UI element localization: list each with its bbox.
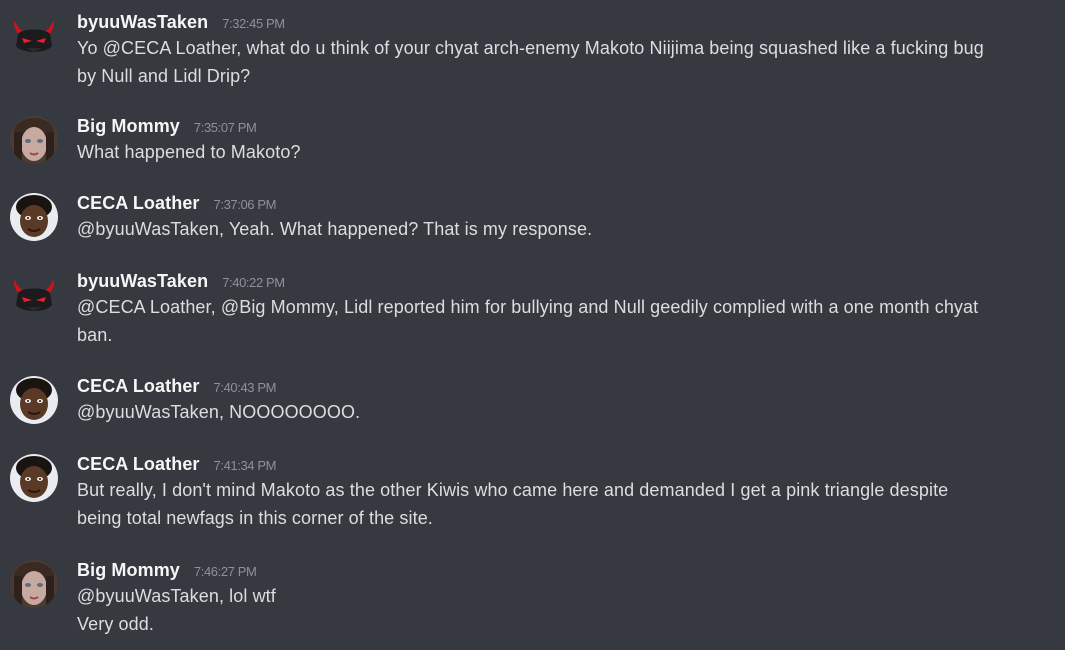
timestamp: 7:46:27 PM	[193, 564, 257, 579]
devil-avatar[interactable]	[10, 271, 58, 319]
message-content: What happened to Makoto?	[77, 138, 1057, 166]
message-line: ban.	[77, 325, 113, 345]
message-line: @byuuWasTaken, Yeah. What happened? That…	[77, 219, 593, 239]
message-header: CECA Loather 7:41:34 PM	[77, 454, 276, 478]
timestamp: 7:35:07 PM	[193, 120, 257, 135]
message-line: But really, I don't mind Makoto as the o…	[77, 480, 949, 500]
message-content: Yo @CECA Loather, what do u think of you…	[77, 34, 1057, 90]
message-header: Big Mommy 7:46:27 PM	[77, 560, 257, 584]
timestamp: 7:41:34 PM	[213, 458, 277, 473]
message-line: @CECA Loather, @Big Mommy, Lidl reported…	[77, 297, 979, 317]
face-avatar-pale[interactable]	[10, 116, 58, 164]
message-content: @byuuWasTaken, lol wtf Very odd.	[77, 582, 1057, 638]
message-content: @CECA Loather, @Big Mommy, Lidl reported…	[77, 293, 1057, 349]
timestamp: 7:37:06 PM	[213, 197, 277, 212]
chat-log: byuuWasTaken 7:32:45 PM Yo @CECA Loather,…	[0, 0, 1065, 650]
message-content: @byuuWasTaken, NOOOOOOOO.	[77, 398, 1057, 426]
message-header: byuuWasTaken 7:40:22 PM	[77, 271, 285, 295]
devil-avatar[interactable]	[10, 12, 58, 60]
timestamp: 7:32:45 PM	[222, 16, 285, 31]
timestamp: 7:40:22 PM	[222, 275, 285, 290]
message-line: Very odd.	[77, 614, 154, 634]
face-avatar-dark[interactable]	[10, 454, 58, 502]
message-header: byuuWasTaken 7:32:45 PM	[77, 12, 285, 36]
face-avatar-dark[interactable]	[10, 193, 58, 241]
author-name[interactable]: Big Mommy	[77, 116, 180, 136]
message-line: by Null and Lidl Drip?	[77, 66, 251, 86]
message-line: being total newfags in this corner of th…	[77, 508, 433, 528]
author-name[interactable]: byuuWasTaken	[77, 271, 208, 291]
message-content: But really, I don't mind Makoto as the o…	[77, 476, 1057, 532]
message-header: CECA Loather 7:40:43 PM	[77, 376, 276, 400]
message-line: @byuuWasTaken, lol wtf	[77, 586, 276, 606]
author-name[interactable]: CECA Loather	[77, 193, 200, 213]
message-line: Yo @CECA Loather, what do u think of you…	[77, 38, 984, 58]
author-name[interactable]: byuuWasTaken	[77, 12, 208, 32]
face-avatar-dark[interactable]	[10, 376, 58, 424]
message-line: What happened to Makoto?	[77, 142, 301, 162]
message-header: Big Mommy 7:35:07 PM	[77, 116, 257, 140]
message-content: @byuuWasTaken, Yeah. What happened? That…	[77, 215, 1057, 243]
face-avatar-pale[interactable]	[10, 560, 58, 608]
timestamp: 7:40:43 PM	[213, 380, 277, 395]
author-name[interactable]: CECA Loather	[77, 454, 200, 474]
author-name[interactable]: CECA Loather	[77, 376, 200, 396]
message-line: @byuuWasTaken, NOOOOOOOO.	[77, 402, 361, 422]
author-name[interactable]: Big Mommy	[77, 560, 180, 580]
message-header: CECA Loather 7:37:06 PM	[77, 193, 276, 217]
